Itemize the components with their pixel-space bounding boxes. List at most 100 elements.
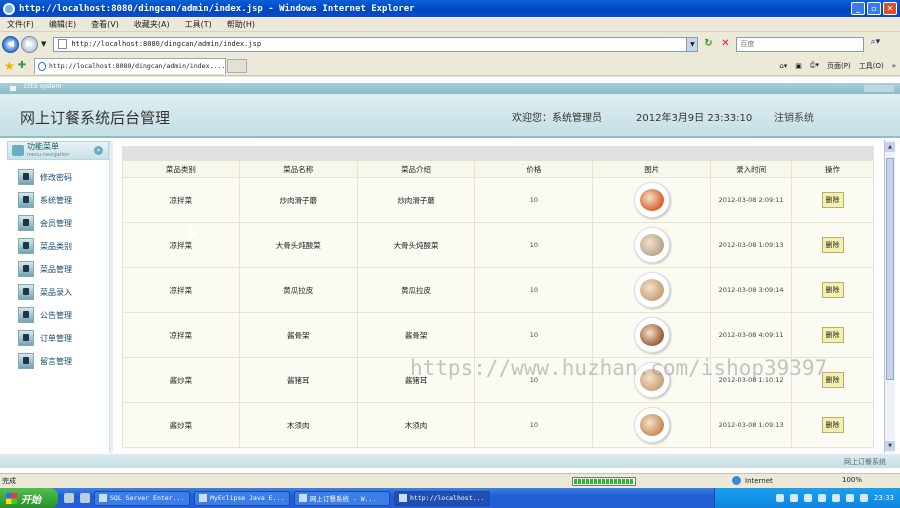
search-icon[interactable]: ⌕▾: [867, 37, 883, 51]
sidebar-item-dish-entry[interactable]: 菜品录入: [18, 284, 72, 300]
monitor-icon: [18, 307, 34, 323]
sidebar-item-dish-category[interactable]: 菜品类别: [18, 238, 72, 254]
menu-edit[interactable]: 编辑(E): [42, 19, 84, 30]
page-menu[interactable]: 页面(P): [827, 61, 851, 71]
delete-button[interactable]: 删除: [821, 372, 844, 388]
new-tab-button[interactable]: [227, 58, 248, 73]
strip-controls[interactable]: [864, 85, 894, 92]
tray-icon[interactable]: [803, 494, 812, 502]
sidebar-item-change-password[interactable]: 修改密码: [18, 169, 72, 185]
maximize-button[interactable]: ▫: [867, 2, 881, 15]
menu-help[interactable]: 帮助(H): [220, 19, 263, 30]
menu-tools[interactable]: 工具(T): [178, 19, 220, 30]
tray-icon[interactable]: [831, 494, 840, 502]
minimize-button[interactable]: _: [851, 2, 865, 15]
task-sql-server[interactable]: SQL Server Enter...: [94, 490, 190, 506]
table-row: 凉拌菜 酱骨架 酱骨架 10 2012-03-08 4:09:11 删除: [122, 312, 874, 358]
stop-icon[interactable]: ✕: [718, 37, 732, 51]
scroll-thumb[interactable]: [886, 158, 894, 380]
globe-icon: [732, 476, 741, 485]
delete-button[interactable]: 删除: [821, 417, 844, 433]
tab-current[interactable]: http://localhost:8080/dingcan/admin/inde…: [34, 57, 227, 74]
favorites-star-icon[interactable]: ★: [4, 59, 15, 73]
history-dropdown-icon[interactable]: ▼: [41, 40, 46, 48]
cell-price: 10: [474, 357, 594, 403]
sidebar-item-members[interactable]: 会员管理: [18, 215, 72, 231]
cell-time: 2012-03-08 1:09:13: [710, 222, 793, 268]
cell-category: 凉拌菜: [122, 267, 240, 313]
address-dropdown-icon[interactable]: ▼: [686, 37, 698, 51]
footer-text: 网上订餐系统: [844, 458, 886, 466]
vertical-scrollbar[interactable]: ▲ ▼: [884, 140, 895, 453]
tray-icon[interactable]: [817, 494, 826, 502]
app-header: 网上订餐系统后台管理 欢迎您：系统管理员 2012年3月9日 23:33:10 …: [0, 94, 900, 138]
feeds-icon[interactable]: ▣: [795, 62, 802, 70]
task-dingcan-ie[interactable]: 网上订餐系统 - W...: [294, 490, 390, 506]
cell-name: 木须肉: [238, 402, 358, 448]
cell-name: 大骨头炖酸菜: [238, 222, 358, 268]
monitor-icon: [18, 353, 34, 369]
scroll-down-icon[interactable]: ▼: [885, 441, 895, 451]
col-name: 菜品名称: [238, 160, 358, 178]
task-myeclipse[interactable]: MyEclipse Java E...: [194, 490, 290, 506]
collapse-icon[interactable]: »: [94, 146, 103, 155]
tray-icon[interactable]: [789, 494, 798, 502]
delete-button[interactable]: 删除: [821, 327, 844, 343]
print-icon[interactable]: ⎙▾: [810, 61, 819, 70]
cell-category: 酱炒菜: [122, 357, 240, 403]
tray-icon[interactable]: [859, 494, 868, 502]
help-icon[interactable]: »: [892, 62, 896, 70]
dish-table: 菜品类别 菜品名称 菜品介绍 价格 图片 录入时间 操作 凉拌菜 炒肉滑子蘑 炒肉滑…: [122, 160, 874, 448]
sidebar-item-system[interactable]: 系统管理: [18, 192, 72, 208]
task-localhost-ie[interactable]: http://localhost...: [394, 490, 490, 506]
logout-link[interactable]: 注销系统: [774, 109, 814, 124]
col-action: 操作: [791, 160, 874, 178]
zoom-level[interactable]: 100%: [842, 476, 862, 484]
app-footer: 网上订餐系统: [0, 454, 900, 468]
close-button[interactable]: ✕: [883, 2, 897, 15]
quicklaunch-desktop-icon[interactable]: [64, 493, 74, 503]
cell-action: 删除: [791, 222, 874, 268]
sidebar-item-messages[interactable]: 留言管理: [18, 353, 72, 369]
address-input[interactable]: http://localhost:8080/dingcan/admin/inde…: [71, 40, 686, 48]
start-button[interactable]: 开始: [0, 488, 58, 508]
cell-image: [592, 177, 712, 223]
add-favorite-icon[interactable]: ✚: [18, 60, 26, 71]
scroll-up-icon[interactable]: ▲: [885, 142, 895, 152]
frame-splitter[interactable]: [110, 141, 113, 453]
cell-desc: 黄瓜拉皮: [356, 267, 476, 313]
menu-view[interactable]: 查看(V): [84, 19, 127, 30]
sidebar-item-notices[interactable]: 公告管理: [18, 307, 72, 323]
delete-button[interactable]: 删除: [821, 282, 844, 298]
menu-favorites[interactable]: 收藏夹(A): [127, 19, 178, 30]
cell-time: 2012-03-08 1:10:12: [710, 357, 793, 403]
quicklaunch-ie-icon[interactable]: [80, 493, 90, 503]
back-button[interactable]: ◀: [2, 35, 19, 53]
cell-price: 10: [474, 267, 594, 313]
refresh-icon[interactable]: ↻: [701, 37, 715, 51]
tab-row: ★ ✚ http://localhost:8080/dingcan/admin/…: [0, 56, 900, 76]
menu-file[interactable]: 文件(F): [0, 19, 42, 30]
delete-button[interactable]: 删除: [821, 237, 844, 253]
cell-action: 删除: [791, 267, 874, 313]
cell-image: [592, 402, 712, 448]
cell-action: 删除: [791, 177, 874, 223]
forward-button[interactable]: ▶: [21, 35, 38, 53]
tools-menu[interactable]: 工具(O): [859, 61, 884, 71]
tray-icon[interactable]: [845, 494, 854, 502]
sidebar-item-dish-manage[interactable]: 菜品管理: [18, 261, 72, 277]
sidebar-item-orders[interactable]: 订单管理: [18, 330, 72, 346]
monitor-icon: [18, 169, 34, 185]
table-row: 酱炒菜 酱猪耳 酱猪耳 10 2012-03-08 1:10:12 删除: [122, 357, 874, 403]
app-icon: [99, 494, 107, 502]
cell-name: 黄瓜拉皮: [238, 267, 358, 313]
search-input[interactable]: 百度: [736, 36, 865, 52]
cell-category: 凉拌菜: [122, 222, 240, 268]
delete-button[interactable]: 删除: [821, 192, 844, 208]
cell-category: 凉拌菜: [122, 312, 240, 358]
zone-text: Internet: [745, 476, 773, 485]
home-icon[interactable]: ⌂▾: [779, 62, 787, 70]
address-bar[interactable]: http://localhost:8080/dingcan/admin/inde…: [53, 36, 699, 52]
tray-icon[interactable]: [775, 494, 784, 502]
sidebar-header: 功能菜单 menu·navigation »: [7, 141, 109, 160]
